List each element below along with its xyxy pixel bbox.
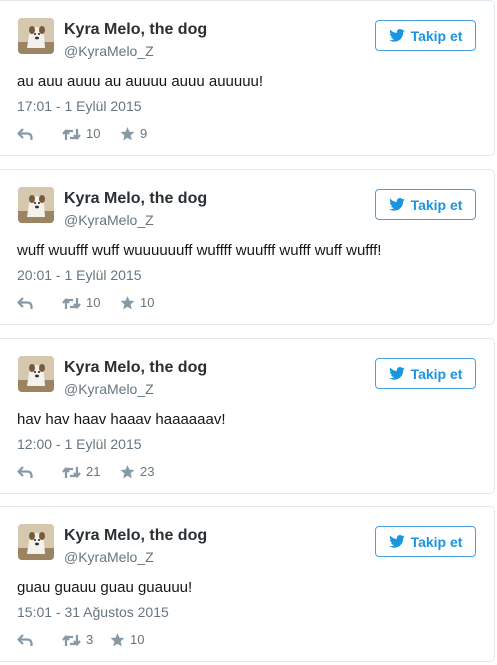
dog-photo-icon <box>18 356 54 392</box>
follow-button[interactable]: Takip et <box>375 20 476 51</box>
follow-button[interactable]: Takip et <box>375 189 476 220</box>
follow-button-label: Takip et <box>410 365 463 382</box>
star-icon <box>110 633 125 647</box>
retweet-button[interactable]: 3 <box>62 632 110 648</box>
tweet-actions: 10 9 <box>17 126 147 142</box>
author-name[interactable]: Kyra Melo, the dog <box>64 359 207 377</box>
like-count: 23 <box>140 464 155 479</box>
author-name[interactable]: Kyra Melo, the dog <box>64 527 207 545</box>
reply-button[interactable] <box>17 465 62 479</box>
author-handle[interactable]: @KyraMelo_Z <box>64 549 154 565</box>
follow-button[interactable]: Takip et <box>375 526 476 557</box>
tweet-actions: 10 10 <box>17 295 154 311</box>
tweet-timestamp[interactable]: 20:01 - 1 Eylül 2015 <box>17 267 142 283</box>
author-handle[interactable]: @KyraMelo_Z <box>64 212 154 228</box>
tweet-actions: 21 23 <box>17 464 154 480</box>
dog-photo-icon <box>18 18 54 54</box>
favorite-button[interactable]: 9 <box>120 126 147 142</box>
tweet-card: Kyra Melo, the dog @KyraMelo_Z Takip et … <box>0 506 495 662</box>
retweet-button[interactable]: 21 <box>62 464 120 480</box>
reply-arrow-icon <box>17 465 33 478</box>
avatar[interactable] <box>18 18 54 54</box>
retweet-count: 10 <box>86 295 101 310</box>
follow-button-label: Takip et <box>410 533 463 550</box>
avatar[interactable] <box>18 524 54 560</box>
like-count: 9 <box>140 126 148 141</box>
dog-photo-icon <box>18 187 54 223</box>
favorite-button[interactable]: 23 <box>120 464 154 480</box>
retweet-button[interactable]: 10 <box>62 295 120 311</box>
like-count: 10 <box>130 632 145 647</box>
reply-arrow-icon <box>17 633 33 646</box>
reply-button[interactable] <box>17 127 62 141</box>
author-name[interactable]: Kyra Melo, the dog <box>64 190 207 208</box>
favorite-button[interactable]: 10 <box>120 295 154 311</box>
follow-button-label: Takip et <box>410 27 463 44</box>
dog-photo-icon <box>18 524 54 560</box>
twitter-bird-icon <box>388 367 405 380</box>
retweet-icon <box>62 128 81 140</box>
tweet-feed: Kyra Melo, the dog @KyraMelo_Z Takip et … <box>0 0 497 665</box>
retweet-count: 10 <box>86 126 101 141</box>
like-count: 10 <box>140 295 155 310</box>
star-icon <box>120 465 135 479</box>
twitter-bird-icon <box>388 29 405 42</box>
tweet-text: guau guauu guau guauuu! <box>17 579 193 596</box>
reply-arrow-icon <box>17 127 33 140</box>
follow-button[interactable]: Takip et <box>375 358 476 389</box>
follow-button-label: Takip et <box>410 196 463 213</box>
retweet-button[interactable]: 10 <box>62 126 120 142</box>
tweet-actions: 3 10 <box>17 632 144 648</box>
tweet-timestamp[interactable]: 17:01 - 1 Eylül 2015 <box>17 98 142 114</box>
tweet-timestamp[interactable]: 15:01 - 31 Ağustos 2015 <box>17 604 169 620</box>
author-name[interactable]: Kyra Melo, the dog <box>64 21 207 39</box>
author-handle[interactable]: @KyraMelo_Z <box>64 381 154 397</box>
avatar[interactable] <box>18 356 54 392</box>
retweet-icon <box>62 297 81 309</box>
star-icon <box>120 296 135 310</box>
twitter-bird-icon <box>388 198 405 211</box>
favorite-button[interactable]: 10 <box>110 632 144 648</box>
reply-button[interactable] <box>17 633 62 647</box>
retweet-count: 21 <box>86 464 101 479</box>
retweet-icon <box>62 634 81 646</box>
tweet-text: au auu auuu au auuuu auuu auuuuu! <box>17 73 264 90</box>
twitter-bird-icon <box>388 535 405 548</box>
tweet-timestamp[interactable]: 12:00 - 1 Eylül 2015 <box>17 436 142 452</box>
retweet-icon <box>62 466 81 478</box>
retweet-count: 3 <box>86 632 94 647</box>
avatar[interactable] <box>18 187 54 223</box>
tweet-card: Kyra Melo, the dog @KyraMelo_Z Takip et … <box>0 169 495 325</box>
star-icon <box>120 127 135 141</box>
tweet-card: Kyra Melo, the dog @KyraMelo_Z Takip et … <box>0 338 495 494</box>
reply-button[interactable] <box>17 296 62 310</box>
tweet-card: Kyra Melo, the dog @KyraMelo_Z Takip et … <box>0 0 495 156</box>
reply-arrow-icon <box>17 296 33 309</box>
tweet-text: wuff wuufff wuff wuuuuuuff wuffff wuufff… <box>17 242 382 259</box>
author-handle[interactable]: @KyraMelo_Z <box>64 43 154 59</box>
tweet-text: hav hav haav haaav haaaaaav! <box>17 411 226 428</box>
